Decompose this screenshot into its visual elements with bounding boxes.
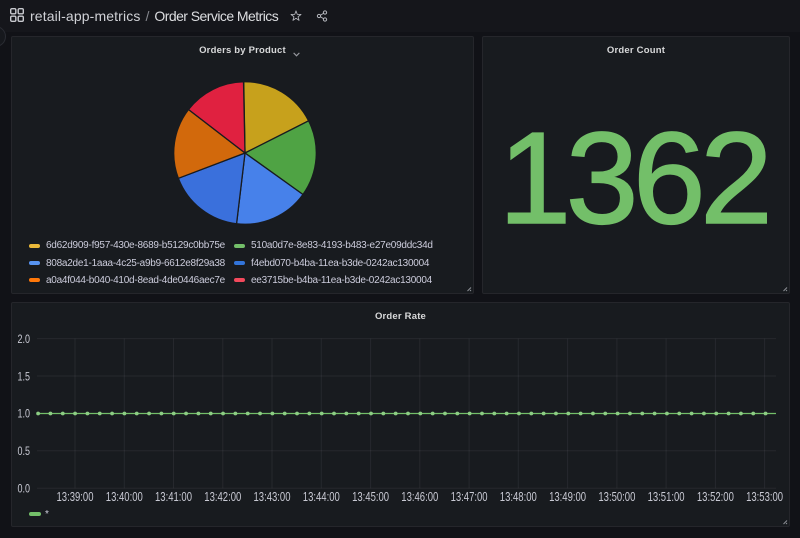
svg-text:13:40:00: 13:40:00 (106, 490, 143, 504)
svg-text:13:44:00: 13:44:00 (303, 490, 340, 504)
svg-text:13:45:00: 13:45:00 (352, 490, 389, 504)
svg-text:1.0: 1.0 (18, 407, 31, 421)
svg-text:13:51:00: 13:51:00 (648, 490, 685, 504)
svg-text:13:41:00: 13:41:00 (155, 490, 192, 504)
svg-text:13:52:00: 13:52:00 (697, 490, 734, 504)
svg-text:13:39:00: 13:39:00 (57, 490, 94, 504)
svg-text:13:48:00: 13:48:00 (500, 490, 537, 504)
svg-text:13:43:00: 13:43:00 (254, 490, 291, 504)
svg-text:13:42:00: 13:42:00 (204, 490, 241, 504)
svg-text:0.5: 0.5 (18, 444, 31, 458)
svg-text:0.0: 0.0 (18, 482, 31, 496)
svg-text:2.0: 2.0 (18, 332, 31, 346)
svg-text:13:53:00: 13:53:00 (746, 490, 783, 504)
svg-text:13:46:00: 13:46:00 (401, 490, 438, 504)
svg-text:13:49:00: 13:49:00 (549, 490, 586, 504)
svg-text:13:47:00: 13:47:00 (451, 490, 488, 504)
svg-text:13:50:00: 13:50:00 (598, 490, 635, 504)
svg-text:1.5: 1.5 (18, 369, 31, 383)
